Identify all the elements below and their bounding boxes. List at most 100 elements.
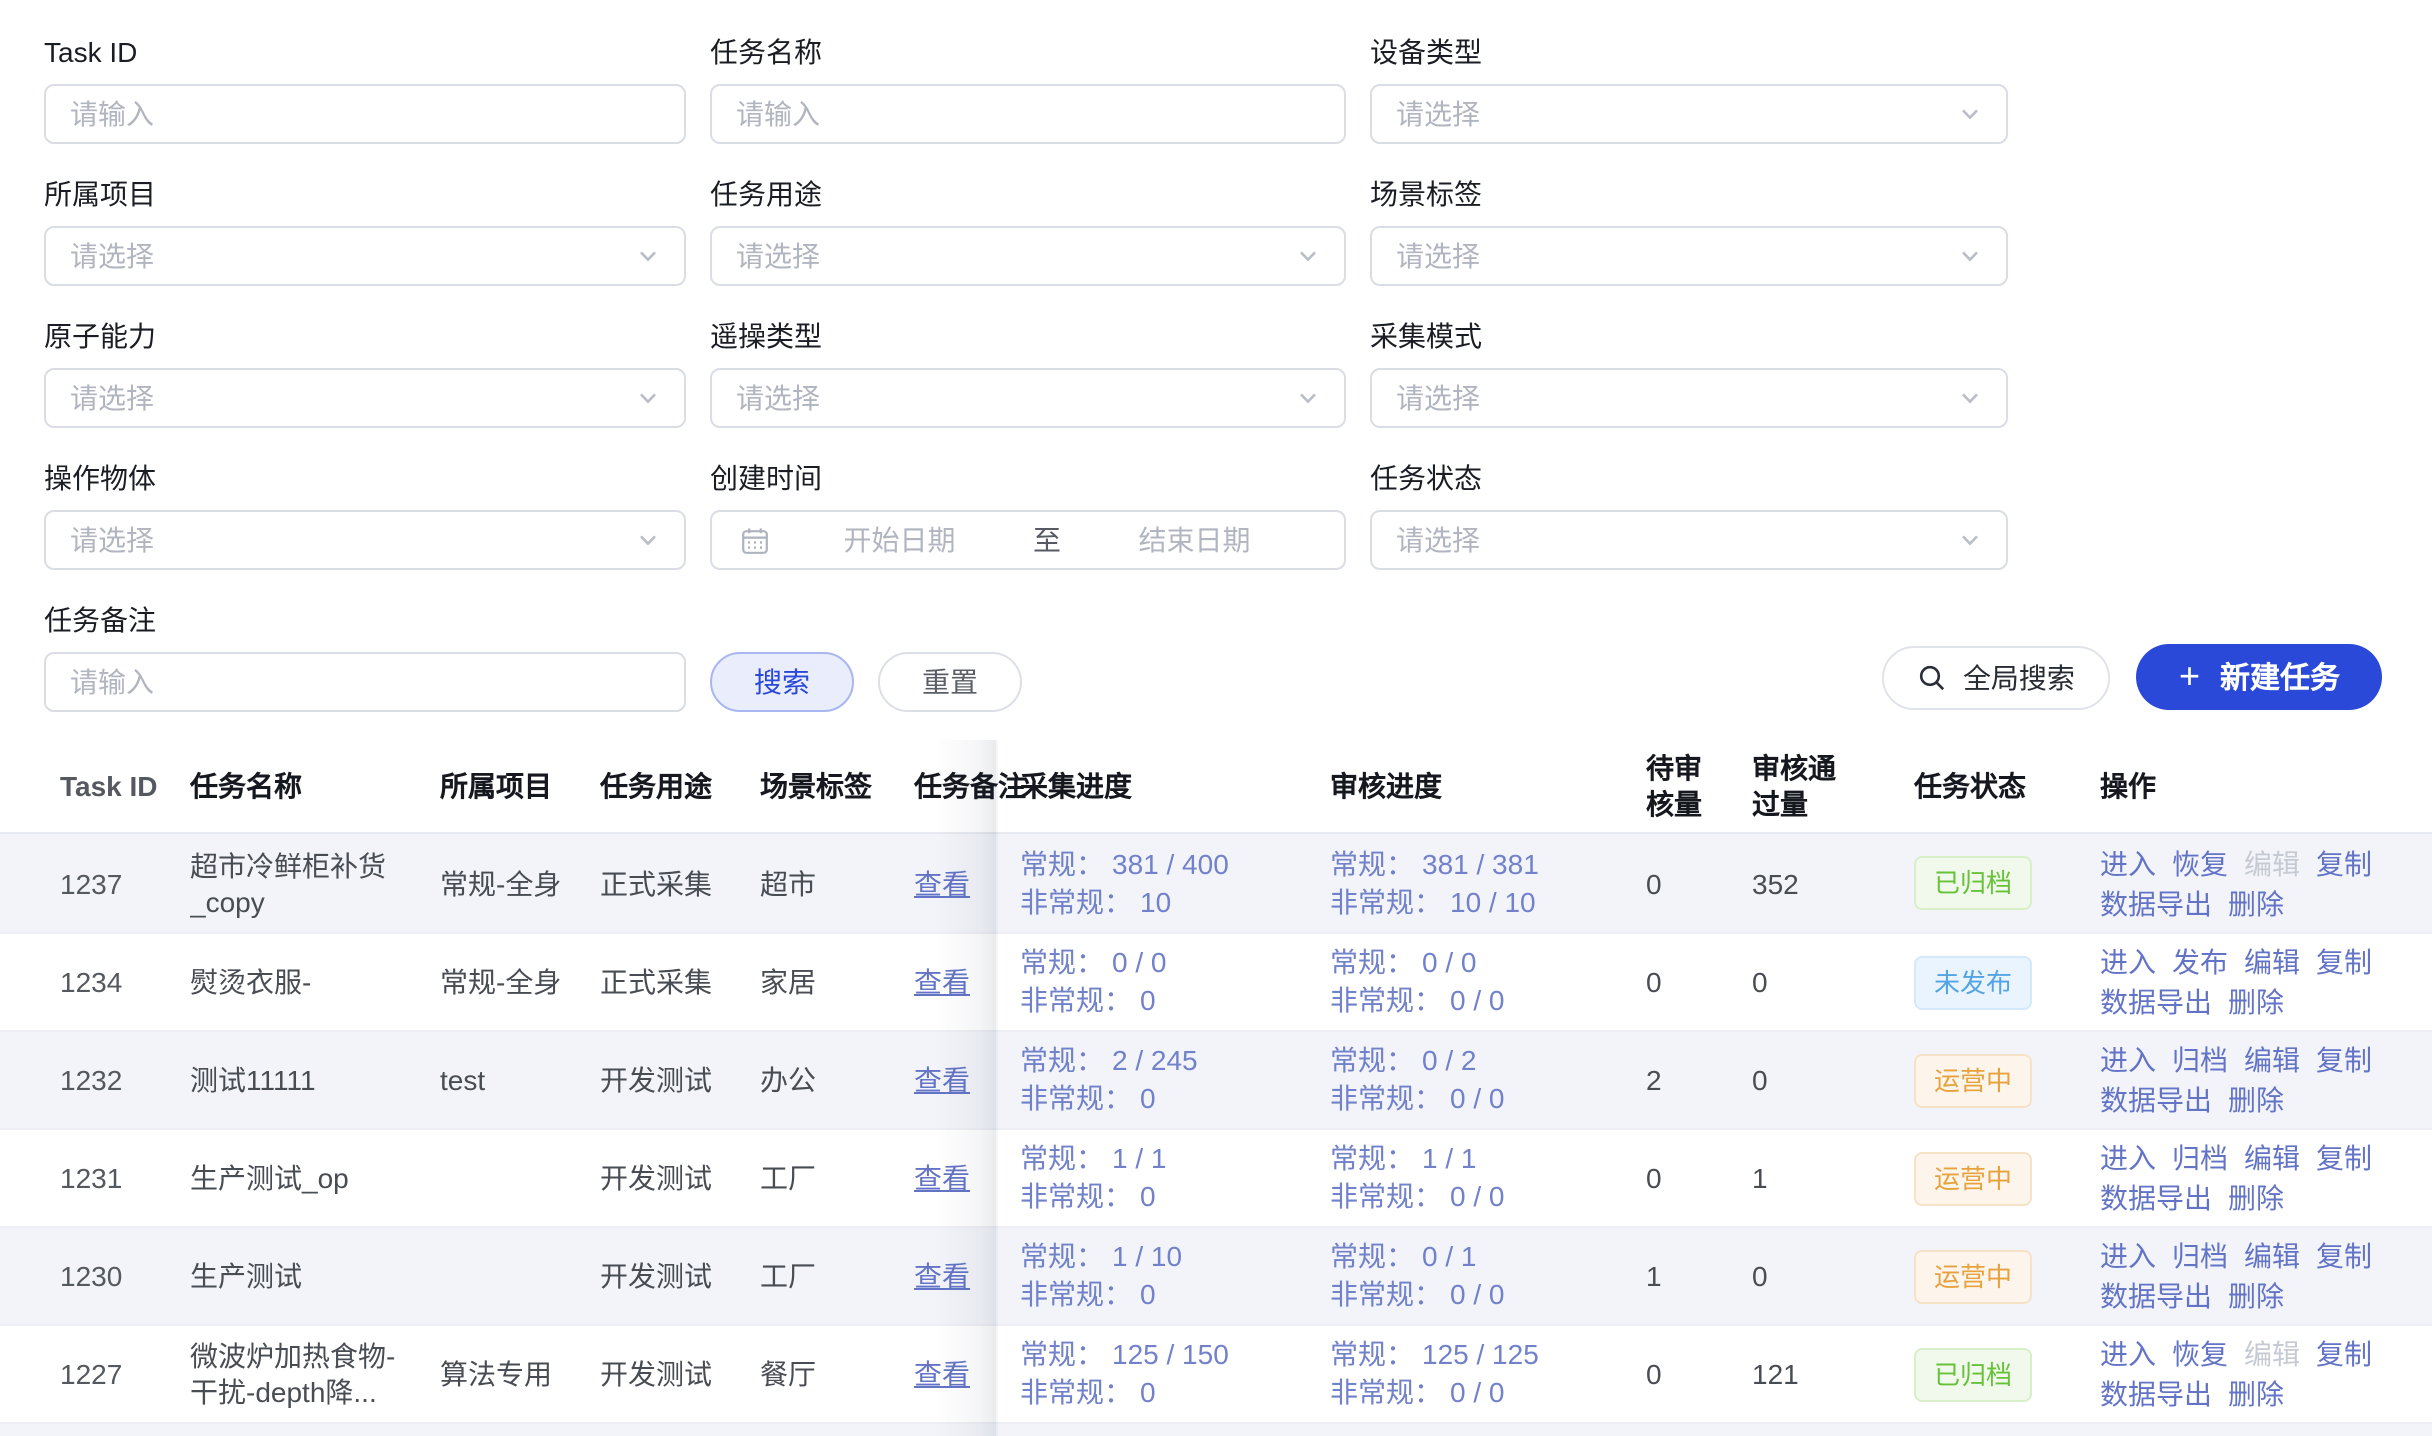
action-link[interactable]: 删除 [2228, 1178, 2284, 1218]
progress-value: 0 [1140, 1082, 1156, 1114]
action-link[interactable]: 数据导出 [2100, 982, 2212, 1022]
action-link[interactable]: 进入 [2100, 1334, 2156, 1374]
action-link[interactable]: 复制 [2316, 942, 2372, 982]
cell-task-id: 1230 [0, 1258, 190, 1294]
action-link[interactable]: 删除 [2228, 982, 2284, 1022]
new-task-button[interactable]: + 新建任务 [2137, 644, 2382, 710]
progress-line: 非常规：0 / 0 [1330, 1080, 1620, 1118]
atomic-ability-select[interactable]: 请选择 [44, 368, 686, 428]
chevron-down-icon [636, 528, 660, 552]
header-label: 操作 [2100, 770, 2156, 802]
action-link[interactable]: 数据导出 [2100, 1276, 2212, 1316]
progress-label: 非常规： [1330, 1180, 1442, 1212]
filter-label: 操作物体 [44, 460, 686, 496]
filter-label: 创建时间 [710, 460, 1346, 496]
placeholder-text: 请选择 [1396, 378, 1958, 418]
search-button[interactable]: 搜索 [710, 652, 854, 712]
action-link[interactable]: 编辑 [2244, 942, 2300, 982]
teleop-type-select[interactable]: 请选择 [710, 368, 1346, 428]
action-link[interactable]: 恢复 [2172, 1334, 2228, 1374]
create-time-daterange[interactable]: 开始日期至结束日期 [710, 510, 1346, 570]
action-link[interactable]: 进入 [2100, 1040, 2156, 1080]
scene-tag-select[interactable]: 请选择 [1370, 226, 2008, 286]
cell-actions: 进入归档编辑复制数据导出删除 [2100, 1040, 2432, 1120]
placeholder-text: 请输入 [736, 94, 1320, 134]
chevron-down-icon [1958, 102, 1982, 126]
action-link[interactable]: 复制 [2316, 1138, 2372, 1178]
progress-label: 常规： [1020, 847, 1104, 879]
progress-line: 非常规：10 / 10 [1330, 883, 1620, 921]
action-link[interactable]: 恢复 [2172, 843, 2228, 883]
view-remark-link[interactable]: 查看 [914, 1162, 970, 1194]
task-name-input[interactable]: 请输入 [710, 84, 1346, 144]
action-link[interactable]: 复制 [2316, 1236, 2372, 1276]
progress-line: 常规：1 / 10 [1020, 1238, 1310, 1276]
action-link[interactable]: 进入 [2100, 843, 2156, 883]
task-purpose-select[interactable]: 请选择 [710, 226, 1346, 286]
view-remark-link[interactable]: 查看 [914, 1358, 970, 1390]
cell-review-progress: 常规：0 / 1非常规：0 / 0 [1330, 1238, 1640, 1314]
device-type-select[interactable]: 请选择 [1370, 84, 2008, 144]
next-row-sliver [0, 1422, 2432, 1436]
placeholder-text: 请输入 [70, 94, 660, 134]
action-link[interactable]: 编辑 [2244, 1236, 2300, 1276]
action-link[interactable]: 删除 [2228, 1276, 2284, 1316]
action-link[interactable]: 进入 [2100, 1236, 2156, 1276]
action-link[interactable]: 数据导出 [2100, 1178, 2212, 1218]
progress-label: 非常规： [1020, 984, 1132, 1016]
action-link[interactable]: 进入 [2100, 942, 2156, 982]
action-link[interactable]: 删除 [2228, 1374, 2284, 1414]
action-link[interactable]: 复制 [2316, 1040, 2372, 1080]
col-header-scene: 场景标签 [760, 768, 914, 804]
action-link[interactable]: 复制 [2316, 843, 2372, 883]
action-link[interactable]: 归档 [2172, 1236, 2228, 1276]
progress-label: 常规： [1020, 946, 1104, 978]
action-disabled-link: 编辑 [2244, 843, 2300, 883]
action-link[interactable]: 数据导出 [2100, 1374, 2212, 1414]
start-date-placeholder: 开始日期 [770, 520, 1029, 560]
action-link[interactable]: 删除 [2228, 883, 2284, 923]
action-line: 数据导出删除 [2100, 1276, 2396, 1316]
cell-collect-progress: 常规：1 / 10非常规：0 [996, 1238, 1330, 1314]
action-link[interactable]: 发布 [2172, 942, 2228, 982]
action-link[interactable]: 进入 [2100, 1138, 2156, 1178]
progress-label: 非常规： [1020, 1376, 1132, 1408]
view-remark-link[interactable]: 查看 [914, 867, 970, 899]
action-link[interactable]: 归档 [2172, 1138, 2228, 1178]
cell-scene-tag: 工厂 [760, 1160, 914, 1196]
cell-approved-count: 121 [1744, 1356, 1880, 1392]
cell-purpose: 正式采集 [600, 865, 760, 901]
global-search-button[interactable]: 全局搜索 [1883, 645, 2111, 709]
action-link[interactable]: 复制 [2316, 1334, 2372, 1374]
progress-value: 0 / 0 [1422, 946, 1477, 978]
action-link[interactable]: 编辑 [2244, 1138, 2300, 1178]
action-link[interactable]: 数据导出 [2100, 883, 2212, 923]
cell-purpose: 开发测试 [600, 1062, 760, 1098]
view-remark-link[interactable]: 查看 [914, 966, 970, 998]
action-link[interactable]: 编辑 [2244, 1040, 2300, 1080]
view-remark-link[interactable]: 查看 [914, 1064, 970, 1096]
task-remark-input[interactable]: 请输入 [44, 652, 686, 712]
placeholder-text: 请输入 [70, 662, 660, 702]
progress-line: 非常规：0 / 0 [1330, 982, 1620, 1020]
task-status-select[interactable]: 请选择 [1370, 510, 2008, 570]
collect-mode-select[interactable]: 请选择 [1370, 368, 2008, 428]
project-select[interactable]: 请选择 [44, 226, 686, 286]
progress-line: 非常规：0 [1020, 1178, 1310, 1216]
action-link[interactable]: 归档 [2172, 1040, 2228, 1080]
view-remark-link[interactable]: 查看 [914, 1260, 970, 1292]
range-separator: 至 [1033, 520, 1061, 560]
task-id-input[interactable]: 请输入 [44, 84, 686, 144]
operate-object-select[interactable]: 请选择 [44, 510, 686, 570]
progress-value: 1 / 10 [1112, 1240, 1182, 1272]
reset-button[interactable]: 重置 [878, 652, 1022, 712]
chevron-down-icon [1296, 386, 1320, 410]
progress-line: 常规：2 / 245 [1020, 1042, 1310, 1080]
cell-task-name: 测试11111 [190, 1062, 440, 1098]
action-link[interactable]: 数据导出 [2100, 1080, 2212, 1120]
cell-task-id: 1227 [0, 1356, 190, 1392]
cell-pending-count: 0 [1640, 865, 1744, 901]
progress-value: 0 [1140, 984, 1156, 1016]
filter-operate-object: 操作物体请选择 [44, 460, 686, 570]
action-link[interactable]: 删除 [2228, 1080, 2284, 1120]
